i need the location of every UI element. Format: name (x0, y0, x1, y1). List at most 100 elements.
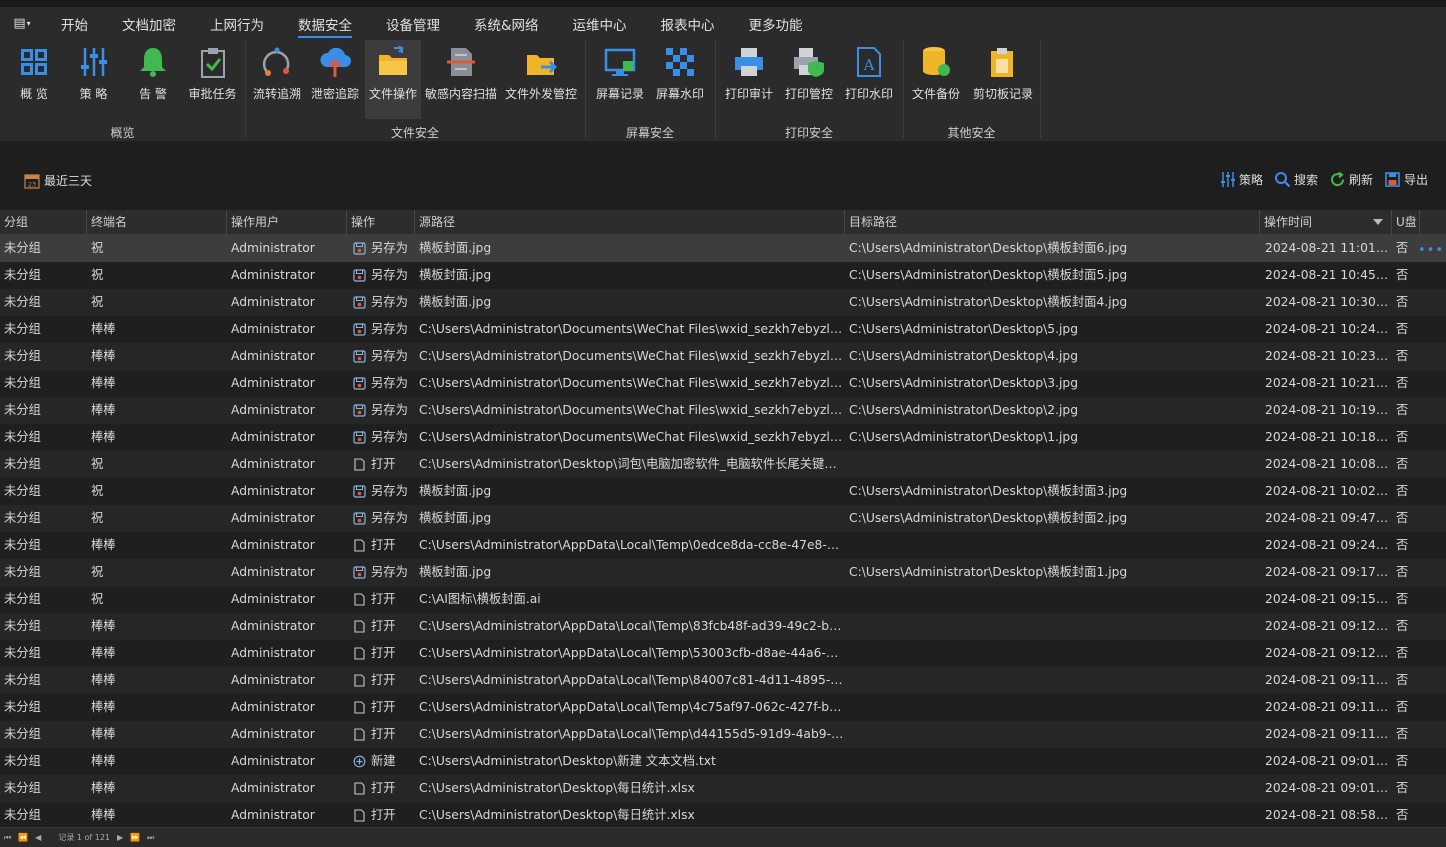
cell-op: 打开 (347, 451, 415, 478)
table-row[interactable]: 未分组 棒棒 Administrator 另存为 C:\Users\Administra… (0, 397, 1446, 424)
ribbon-button-clipboard-record[interactable]: 剪切板记录 (967, 40, 1039, 119)
menu-item-2[interactable]: 上网行为 (193, 7, 281, 40)
column-header-op[interactable]: 操作 (347, 210, 415, 235)
table-row[interactable]: 未分组 祝 Administrator 另存为 横板封面.jpg C:\Users\Adm… (0, 478, 1446, 505)
menu-item-7[interactable]: 报表中心 (644, 7, 732, 40)
table-row[interactable]: 未分组 棒棒 Administrator 打开 C:\Users\Administrat… (0, 640, 1446, 667)
table-row[interactable]: 未分组 棒棒 Administrator 另存为 C:\Users\Administra… (0, 370, 1446, 397)
cell-time: 2024-08-21 08:58:02 (1265, 808, 1392, 822)
operation-label: 另存为 (371, 430, 408, 444)
table-row[interactable]: 未分组 棒棒 Administrator 另存为 C:\Users\Administra… (0, 316, 1446, 343)
ribbon-button-policy-sliders[interactable]: 策 略 (66, 40, 121, 119)
table-row[interactable]: 未分组 祝 Administrator 另存为 横板封面.jpg C:\Users\Adm… (0, 559, 1446, 586)
ribbon-button-overview[interactable]: 概 览 (11, 40, 57, 119)
column-header-label: 操作 (351, 215, 376, 229)
menu-item-5[interactable]: 系统&网络 (457, 7, 556, 40)
ribbon-button-screen-watermark[interactable]: 屏幕水印 (651, 40, 709, 119)
cell-time: 2024-08-21 10:23:15 (1265, 349, 1392, 363)
table-row[interactable]: 未分组 棒棒 Administrator 打开 C:\Users\Administrat… (0, 802, 1446, 827)
cell-user: Administrator (231, 673, 315, 687)
ribbon-button-printer-control[interactable]: 打印管控 (779, 40, 839, 119)
sort-desc-icon[interactable] (1373, 219, 1383, 225)
tool-refresh-button[interactable]: 刷新 (1329, 171, 1373, 188)
table-row[interactable]: 未分组 祝 Administrator 打开 C:\Users\Administrato… (0, 451, 1446, 478)
next-page-icon[interactable]: ▶ (117, 833, 123, 842)
last-page-icon[interactable]: ⏭ (147, 833, 154, 843)
cell-group: 未分组 (4, 808, 41, 822)
ribbon-button-trace-flow[interactable]: 流转追溯 (249, 40, 305, 119)
tool-export-button[interactable]: 导出 (1384, 171, 1428, 188)
operation-label: 另存为 (371, 565, 408, 579)
ribbon-button-leak-cloud[interactable]: 泄密追踪 (306, 40, 364, 119)
column-header-time[interactable]: 操作时间 (1260, 210, 1392, 235)
column-header-user[interactable]: 操作用户 (227, 210, 347, 235)
row-more-icon[interactable]: ••• (1418, 243, 1444, 258)
menu-item-8[interactable]: 更多功能 (732, 7, 820, 40)
cell-time: 2024-08-21 09:24:57 (1265, 538, 1392, 552)
first-page-icon[interactable]: ⏮ (4, 833, 11, 843)
cell-time: 2024-08-21 10:02:29 (1265, 484, 1392, 498)
menu-item-0[interactable]: 开始 (44, 7, 105, 40)
ribbon-button-file-folder[interactable]: 文件操作 (365, 40, 421, 119)
next-page-fast-icon[interactable]: ⏩ (130, 833, 140, 842)
table-row[interactable]: 未分组 棒棒 Administrator 打开 C:\Users\Administrat… (0, 775, 1446, 802)
table-row[interactable]: 未分组 祝 Administrator 另存为 横板封面.jpg C:\Users\Adm… (0, 289, 1446, 316)
table-row[interactable]: 未分组 棒棒 Administrator 另存为 C:\Users\Administra… (0, 343, 1446, 370)
column-header-terminal[interactable]: 终端名 (87, 210, 227, 235)
cell-group: 未分组 (4, 268, 41, 282)
column-header-src[interactable]: 源路径 (415, 210, 845, 235)
table-row[interactable]: 未分组 祝 Administrator 打开 C:\AI图标\横板封面.ai 2024-0… (0, 586, 1446, 613)
period-selector[interactable]: 23 最近三天 (24, 172, 92, 189)
ribbon-button-alarm-bell[interactable]: 告 警 (130, 40, 176, 119)
cell-terminal: 棒棒 (91, 376, 116, 390)
cell-user: Administrator (231, 700, 315, 714)
table-row[interactable]: 未分组 祝 Administrator 另存为 横板封面.jpg C:\Users\Adm… (0, 235, 1446, 262)
table-row[interactable]: 未分组 棒棒 Administrator 打开 C:\Users\Administrat… (0, 721, 1446, 748)
tool-policy-sliders-button[interactable]: 策略 (1219, 171, 1263, 188)
column-header-group[interactable]: 分组 (0, 210, 87, 235)
table-row[interactable]: 未分组 棒棒 Administrator 打开 C:\Users\Administrat… (0, 613, 1446, 640)
ribbon-button-label: 打印审计 (724, 87, 773, 101)
file-outgoing-icon (527, 55, 558, 75)
trace-flow-icon (262, 47, 290, 76)
ribbon-group-divider (715, 40, 716, 138)
table-row[interactable]: 未分组 棒棒 Administrator 打开 C:\Users\Administrat… (0, 694, 1446, 721)
ribbon-group-label-0: 概览 (110, 126, 135, 140)
table-row[interactable]: 未分组 棒棒 Administrator 新建 C:\Users\Administrat… (0, 748, 1446, 775)
open-file-icon (354, 647, 365, 660)
ribbon-button-sensitive-scan[interactable]: 敏感内容扫描 (421, 40, 501, 119)
cell-usb: 否 (1396, 457, 1409, 471)
ribbon-button-print-watermark[interactable]: A 打印水印 (839, 40, 899, 119)
ribbon-button-printer-audit[interactable]: 打印审计 (719, 40, 779, 119)
table-row[interactable]: 未分组 棒棒 Administrator 打开 C:\Users\Administrat… (0, 532, 1446, 559)
menu-item-6[interactable]: 运维中心 (556, 7, 644, 40)
table-row[interactable]: 未分组 棒棒 Administrator 另存为 C:\Users\Administra… (0, 424, 1446, 451)
menu-item-4[interactable]: 设备管理 (369, 7, 457, 40)
ribbon-button-file-outgoing[interactable]: 文件外发管控 (501, 40, 581, 119)
cell-group: 未分组 (4, 403, 41, 417)
operation-label: 打开 (371, 619, 396, 633)
table-row[interactable]: 未分组 棒棒 Administrator 打开 C:\Users\Administrat… (0, 667, 1446, 694)
save-as-icon (353, 566, 366, 579)
column-header-usb[interactable]: U盘 (1392, 210, 1420, 235)
menu-item-1[interactable]: 文档加密 (105, 7, 193, 40)
menu-item-3[interactable]: 数据安全 (281, 7, 369, 40)
table-row[interactable]: 未分组 祝 Administrator 另存为 横板封面.jpg C:\Users\Adm… (0, 505, 1446, 532)
column-header-dst[interactable]: 目标路径 (845, 210, 1260, 235)
cell-usb: 否 (1396, 538, 1409, 552)
cell-terminal: 祝 (91, 592, 104, 606)
ribbon-button-approval-clipboard[interactable]: 审批任务 (184, 40, 241, 119)
save-as-icon (353, 512, 366, 525)
ribbon-button-file-backup[interactable]: 文件备份 (905, 40, 967, 119)
app-menu-icon[interactable]: ▤ ▾ (0, 7, 44, 40)
cell-dst (845, 721, 1260, 748)
cell-usb: 否 (1396, 781, 1409, 795)
prev-page-fast-icon[interactable]: ⏪ (18, 833, 28, 842)
table-row[interactable]: 未分组 祝 Administrator 另存为 横板封面.jpg C:\Users\Adm… (0, 262, 1446, 289)
tool-search-button[interactable]: 搜索 (1274, 171, 1318, 188)
ribbon-button-screen-record[interactable]: 屏幕记录 (589, 40, 651, 119)
cell-src: C:\Users\Administrator\AppData\Local\Tem… (419, 673, 845, 687)
prev-page-icon[interactable]: ◀ (35, 833, 41, 842)
cell-time: 2024-08-21 10:08:41 (1265, 457, 1392, 471)
cell-dst: C:\Users\Administrator\Desktop\1.jpg (849, 430, 1079, 444)
